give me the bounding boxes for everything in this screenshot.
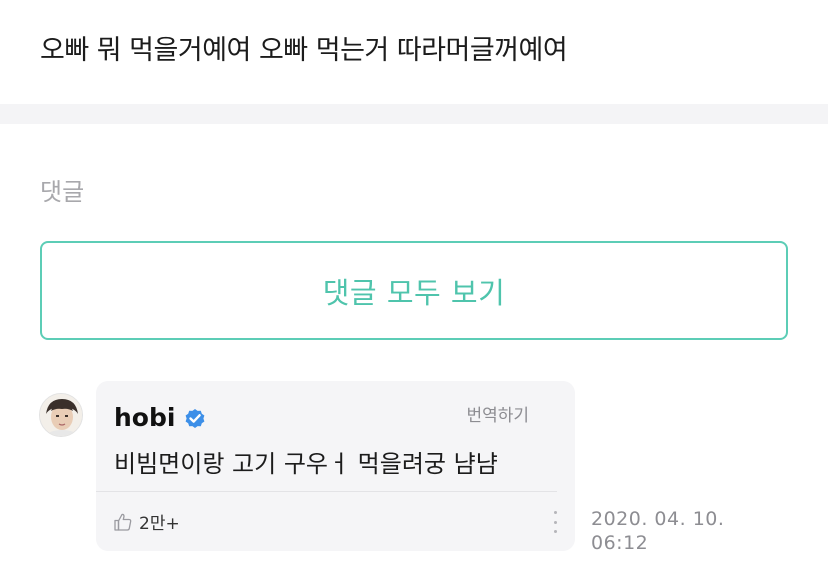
comment-author: hobi — [114, 403, 207, 432]
comment-timestamp: 2020. 04. 10. 06:12 — [591, 507, 724, 555]
thumbs-up-icon — [114, 513, 132, 531]
view-all-comments-button[interactable]: 댓글 모두 보기 — [40, 241, 788, 340]
like-count: 2만+ — [139, 514, 180, 534]
more-vertical-icon — [553, 511, 557, 514]
author-name[interactable]: hobi — [114, 403, 175, 432]
comment-separator — [96, 491, 557, 492]
post-text: 오빠 뭐 먹을거예여 오빠 먹는거 따라머글꺼예여 — [40, 35, 568, 66]
section-divider — [0, 104, 828, 124]
more-options-button[interactable] — [551, 511, 559, 533]
comment-date: 2020. 04. 10. — [591, 508, 725, 530]
comment-bubble: hobi 번역하기 비빔면이랑 고기 구우ㅓ 먹을려궁 냠냠 2만+ — [96, 381, 575, 551]
comments-label: 댓글 — [40, 178, 85, 206]
more-dot — [553, 530, 557, 533]
avatar[interactable] — [39, 393, 83, 437]
avatar-image — [40, 394, 82, 436]
verified-check-icon — [186, 408, 205, 428]
more-dot — [553, 520, 557, 524]
like-button[interactable]: 2만+ — [113, 509, 180, 534]
translate-button[interactable]: 번역하기 — [466, 401, 529, 426]
comment-time: 06:12 — [591, 532, 649, 554]
comment-text: 비빔면이랑 고기 구우ㅓ 먹을려궁 냠냠 — [114, 450, 498, 478]
